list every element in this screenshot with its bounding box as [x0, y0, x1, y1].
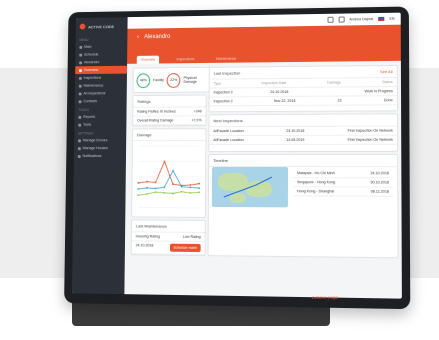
- last-maintenance-card: Last Maintenance Housing Rating Low Rati…: [130, 219, 206, 257]
- sidebar-item-notifications[interactable]: Notifications: [74, 152, 126, 160]
- maintenance-row: 24.10.2018 Schedule maint: [131, 241, 205, 256]
- data-point: [137, 182, 140, 184]
- tab-overview[interactable]: Overview: [136, 55, 160, 64]
- page-header: ‹ Alexandro Overview Inspections Mainten…: [127, 24, 401, 64]
- timeline-entry: Malaysia - Ho Chi Minh 24.10.2018: [293, 169, 394, 179]
- tab-bar: Overview Inspections Maintenance: [136, 55, 241, 64]
- timeline-list: Malaysia - Ho Chi Minh 24.10.2018 Singapo…: [292, 169, 394, 197]
- timeline-entry: Singapore - Hong Kong 30.10.2018: [293, 178, 394, 188]
- data-point: [198, 191, 201, 194]
- data-point: [154, 191, 157, 194]
- damage-label: Physical Damage: [183, 75, 197, 84]
- data-point: [181, 186, 184, 189]
- route-line: [212, 167, 288, 207]
- data-point: [198, 187, 201, 190]
- data-point: [154, 181, 157, 184]
- table-row[interactable]: AllFacade Location 14.05.2019 First Insp…: [209, 135, 398, 146]
- logo-icon: [79, 23, 86, 30]
- sidebar-section-settings: Settings: [78, 131, 94, 136]
- next-inspections-card: Next Inspections AllFacade Location 24.1…: [208, 113, 399, 153]
- table-row[interactable]: AllFacade Location 24.10.2018 First Insp…: [209, 126, 398, 137]
- chat-icon[interactable]: [338, 16, 345, 23]
- building-icon: [79, 60, 83, 64]
- timeline-entry: Hong Kong - Shanghai 08.11.2018: [292, 187, 394, 197]
- kpi-card: 48% Facility 22% Physical Damage: [132, 66, 210, 94]
- data-point: [190, 184, 192, 187]
- dashboard-icon: [79, 68, 82, 72]
- brand[interactable]: ACTIVE CODE: [76, 17, 128, 35]
- damage-gauge: 22%: [166, 72, 181, 88]
- timeline-card: Timeline Malaysia - Ho Chi Minh 24.10.201…: [207, 153, 399, 259]
- data-point: [198, 183, 201, 186]
- sidebar-item-manage-houses[interactable]: Manage Houses: [74, 144, 126, 152]
- rating-row: Overall Rating Damage +2.0%: [133, 116, 206, 126]
- data-point: [172, 183, 174, 186]
- home-icon: [79, 45, 83, 49]
- data-point: [181, 191, 184, 194]
- data-point: [146, 186, 148, 189]
- schedule-maintenance-button[interactable]: Schedule maint: [169, 243, 201, 253]
- data-point: [172, 169, 174, 172]
- damage-chart-card: Damage: [131, 128, 207, 218]
- data-point: [189, 192, 192, 195]
- last-inspection-card: Last Inspection See All Type Inspection …: [208, 64, 399, 113]
- line-chart: [134, 142, 203, 212]
- timeline-title: Timeline: [209, 154, 398, 168]
- chart-title: Damage: [132, 129, 206, 142]
- back-arrow-icon[interactable]: ‹: [137, 34, 139, 40]
- list-icon: [78, 92, 82, 95]
- flag-icon: [378, 16, 385, 21]
- tablet-device: ACTIVE CODE Menu Main Schedule Alexandro…: [64, 6, 411, 310]
- data-point: [163, 186, 166, 189]
- sidebar: ACTIVE CODE Menu Main Schedule Alexandro…: [71, 17, 128, 295]
- see-all-link[interactable]: See All: [380, 69, 393, 74]
- calendar-icon: [79, 53, 83, 57]
- facility-gauge: 48%: [136, 72, 151, 88]
- sidebar-item-tools[interactable]: Tools: [74, 121, 126, 129]
- data-point: [154, 187, 157, 190]
- user-selector[interactable]: Andrea Daprat: [349, 17, 373, 21]
- ratings-card: Ratings Rating Fluffes IX Inclines +248 O…: [132, 94, 207, 127]
- tab-inspections[interactable]: Inspections: [173, 55, 199, 63]
- bell-icon: [77, 154, 81, 158]
- data-point: [163, 160, 166, 163]
- house-icon: [77, 146, 81, 150]
- rating-row: Rating Fluffes IX Inclines +248: [133, 107, 206, 117]
- data-point: [146, 180, 148, 183]
- facility-label: Facility: [153, 78, 164, 83]
- data-point: [172, 193, 175, 196]
- tab-maintenance[interactable]: Maintenance: [212, 55, 240, 63]
- table-row[interactable]: Inspection 2 Nov 22, 2018 23 Done: [209, 96, 397, 107]
- report-icon: [78, 115, 82, 119]
- sidebar-item-manage-drones[interactable]: Manage Drones: [74, 136, 126, 144]
- maintenance-title: Last Maintenance: [131, 220, 205, 233]
- search-icon: [78, 76, 82, 80]
- wrench-icon: [78, 84, 82, 88]
- route-map[interactable]: [211, 166, 289, 208]
- user-icon: [78, 99, 82, 103]
- language-selector[interactable]: EN: [389, 17, 394, 21]
- sidebar-item-reports[interactable]: Reports: [74, 113, 126, 121]
- data-point: [137, 188, 140, 190]
- drone-icon: [78, 138, 81, 142]
- dock-brand: Lenovo yoga: [312, 296, 338, 301]
- page-title: ‹ Alexandro: [137, 33, 171, 41]
- tool-icon: [78, 123, 82, 127]
- data-point: [145, 193, 148, 195]
- data-point: [137, 194, 140, 197]
- ratings-title: Ratings: [133, 95, 206, 108]
- brand-name: ACTIVE CODE: [88, 23, 115, 29]
- tablet-screen: ACTIVE CODE Menu Main Schedule Alexandro…: [71, 12, 402, 299]
- data-point: [190, 187, 192, 189]
- notification-icon[interactable]: [327, 16, 334, 23]
- data-point: [163, 191, 166, 194]
- next-inspections-title: Next Inspections: [209, 114, 398, 128]
